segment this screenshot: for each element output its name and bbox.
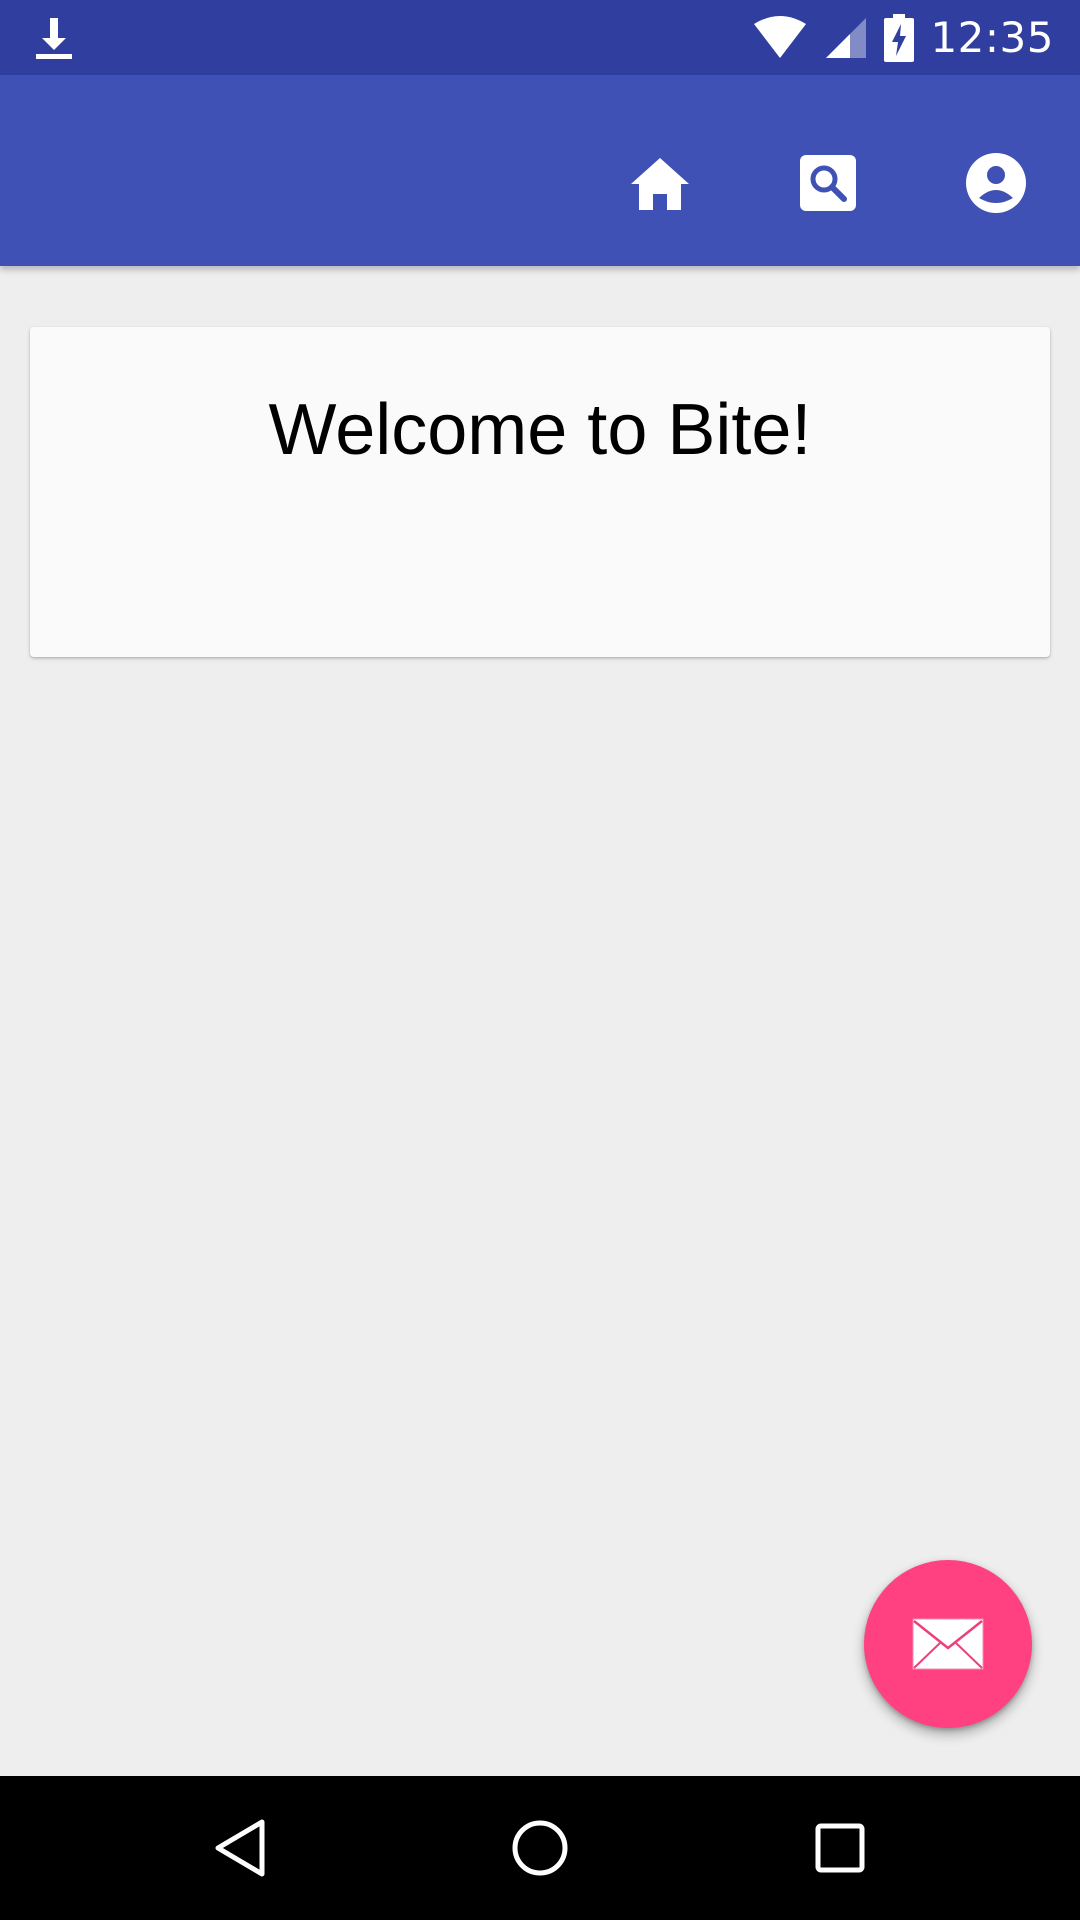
nav-back-button[interactable] <box>180 1800 300 1896</box>
search-icon <box>800 155 856 211</box>
navigation-bar <box>0 1776 1080 1920</box>
mail-fab-button[interactable] <box>864 1560 1032 1728</box>
profile-button[interactable] <box>948 135 1044 231</box>
home-icon <box>631 158 689 210</box>
app-bar <box>0 75 1080 266</box>
nav-recents-button[interactable] <box>780 1800 900 1896</box>
welcome-card: Welcome to Bite! <box>30 327 1050 657</box>
signal-icon <box>826 17 867 58</box>
search-button[interactable] <box>780 135 876 231</box>
welcome-title: Welcome to Bite! <box>268 390 812 470</box>
status-time: 12:35 <box>930 13 1054 62</box>
status-bar: 12:35 <box>0 0 1080 75</box>
home-button[interactable] <box>612 135 708 231</box>
recents-icon <box>815 1823 865 1873</box>
home-circle-icon <box>512 1820 568 1876</box>
nav-home-button[interactable] <box>480 1800 600 1896</box>
back-icon <box>215 1819 265 1877</box>
status-icons: 12:35 <box>752 0 1054 75</box>
download-icon <box>36 18 72 59</box>
mail-icon <box>912 1618 984 1670</box>
wifi-icon <box>754 15 807 58</box>
account-circle-icon <box>966 153 1026 213</box>
battery-charging-icon <box>884 13 915 62</box>
